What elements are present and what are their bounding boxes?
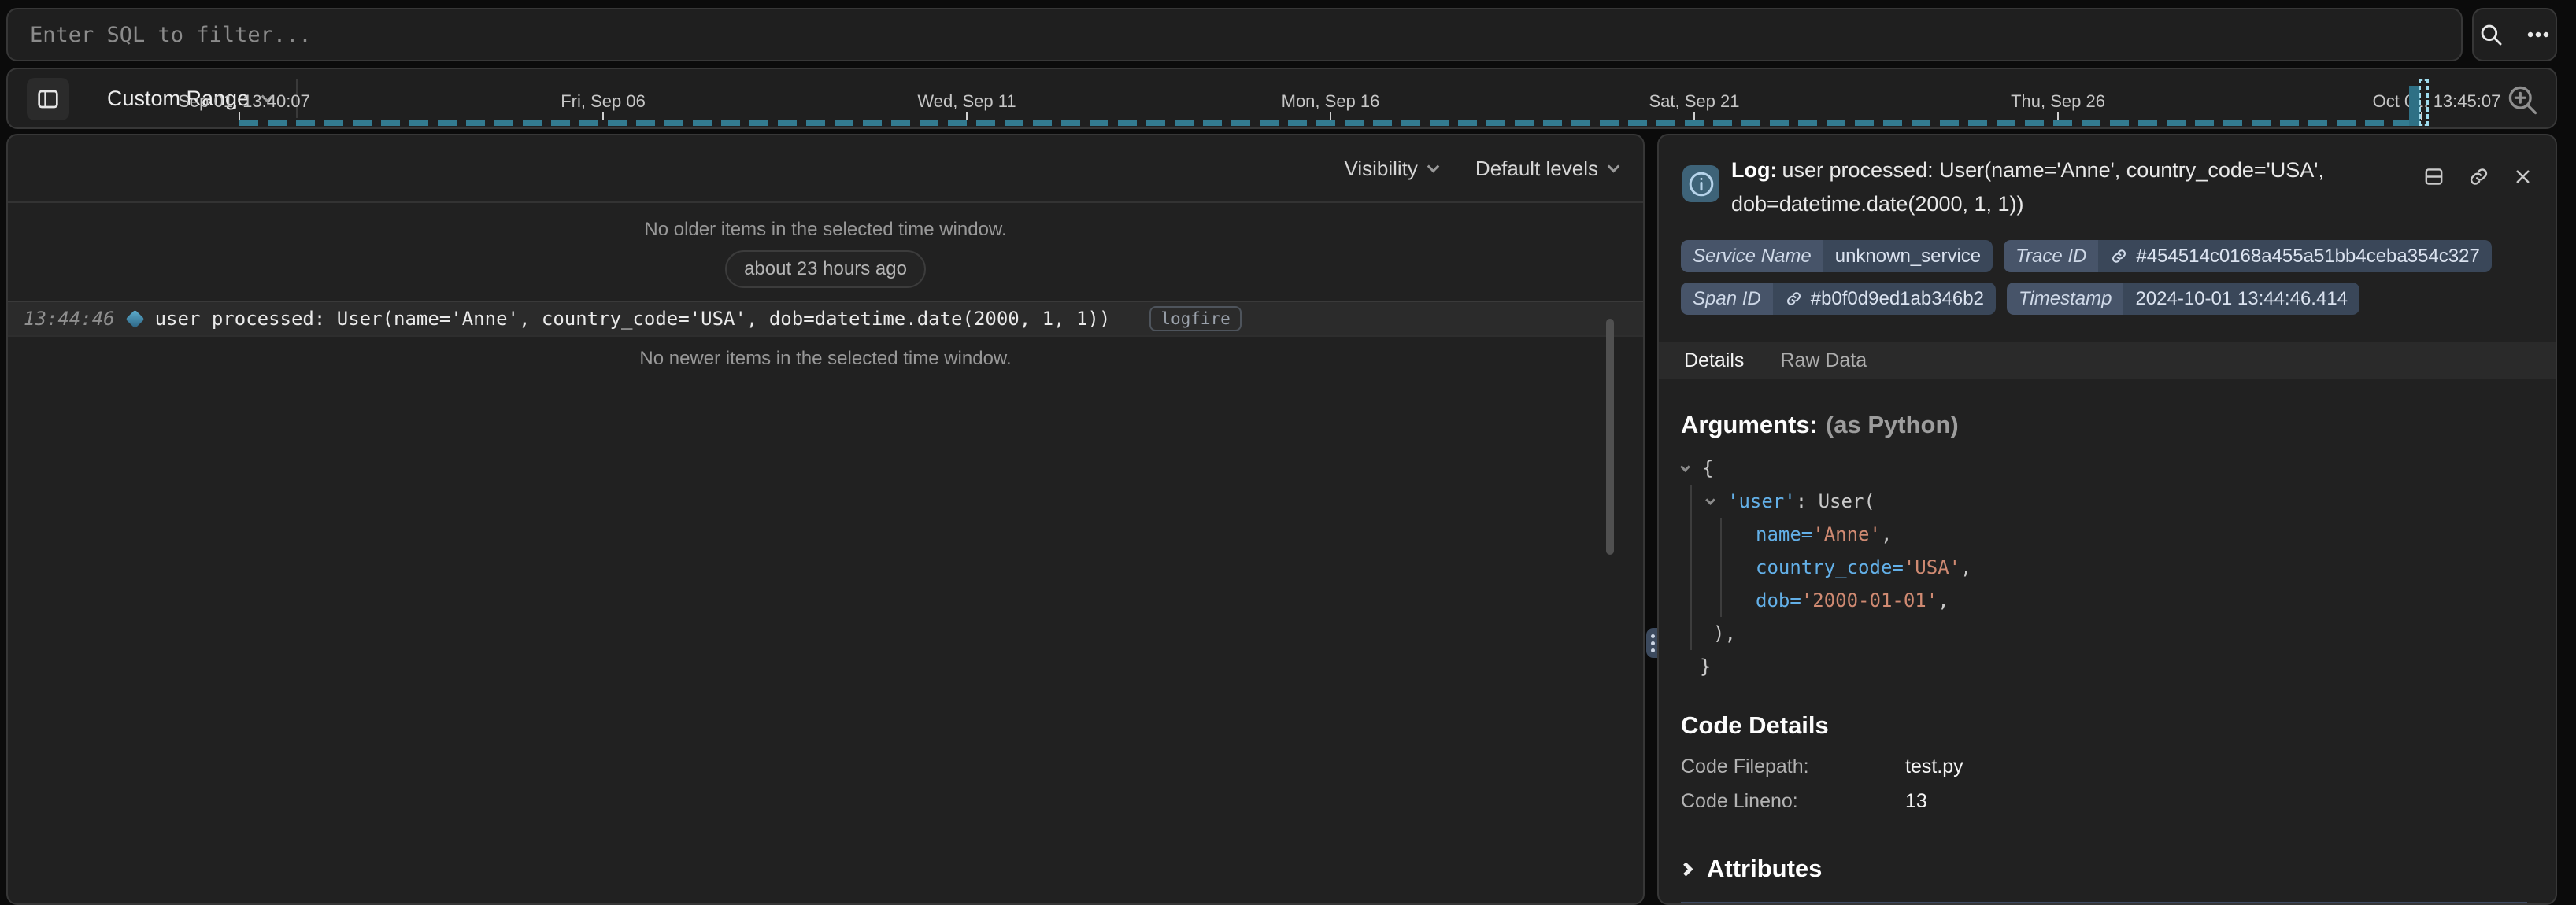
code-line: dob='2000-01-01',: [1681, 584, 2532, 617]
metadata-badge[interactable]: Timestamp2024-10-01 13:44:46.414: [2007, 283, 2359, 315]
timeline-tick-label: Thu, Sep 26: [2011, 91, 2105, 112]
log-level-diamond-icon: [125, 309, 144, 328]
time-ago-badge[interactable]: about 23 hours ago: [725, 250, 926, 288]
arguments-subheading: (as Python): [1826, 411, 1959, 438]
code-filepath-label: Code Filepath:: [1681, 749, 1905, 784]
log-time: 13:44:46: [24, 308, 115, 330]
arguments-heading: Arguments:(as Python): [1681, 411, 2532, 439]
timeline-tick-label: Sat, Sep 21: [1649, 91, 1740, 112]
log-tag[interactable]: logfire: [1149, 306, 1242, 331]
code-line: {: [1681, 452, 2532, 485]
chevron-down-icon: [1427, 160, 1440, 172]
chevron-right-icon: [1678, 862, 1693, 876]
code-line: 'user': User(: [1681, 485, 2532, 518]
timeline-bar: Custom Range Sep 01, 13:40:07 Fri, Sep 0…: [6, 68, 2557, 129]
detail-title-prefix: Log:: [1731, 158, 1777, 182]
metadata-badges: Service Nameunknown_service Trace ID#4545…: [1681, 240, 2535, 315]
tab-details[interactable]: Details: [1684, 349, 1744, 372]
badge-value: unknown_service: [1823, 240, 1993, 272]
section-divider: [1681, 902, 2527, 904]
detail-title: Log:user processed: User(name='Anne', co…: [1731, 153, 2385, 221]
code-lineno-value: 13: [1905, 784, 1927, 818]
visibility-dropdown[interactable]: Visibility: [1344, 157, 1437, 181]
search-actions: [2472, 8, 2557, 61]
detail-title-text: user processed: User(name='Anne', countr…: [1731, 158, 2324, 216]
log-detail-panel: Log:user processed: User(name='Anne', co…: [1657, 134, 2557, 905]
attributes-heading: Attributes: [1707, 855, 1822, 883]
default-levels-dropdown[interactable]: Default levels: [1475, 157, 1618, 181]
split-view-icon[interactable]: [2422, 165, 2445, 188]
badge-value: 2024-10-01 13:44:46.414: [2123, 283, 2359, 315]
tab-raw-data[interactable]: Raw Data: [1780, 349, 1867, 372]
link-icon: [2110, 247, 2128, 265]
badge-label: Timestamp: [2007, 283, 2123, 315]
badge-label: Trace ID: [2004, 240, 2098, 272]
timeline-tick-label: Fri, Sep 06: [561, 91, 646, 112]
metadata-badge[interactable]: Service Nameunknown_service: [1681, 240, 1993, 272]
copy-link-icon[interactable]: [2467, 165, 2490, 188]
log-row[interactable]: 13:44:46 user processed: User(name='Anne…: [8, 301, 1643, 337]
list-panel-header: Visibility Default levels: [8, 135, 1643, 203]
code-line: name='Anne',: [1681, 518, 2532, 551]
link-icon: [1785, 290, 1803, 308]
code-filepath-row: Code Filepath: test.py: [1681, 749, 2532, 784]
metadata-badge[interactable]: Span ID#b0f0d9ed1ab346b2: [1681, 283, 1996, 315]
code-line: ),: [1681, 617, 2532, 650]
log-list-panel: Visibility Default levels No older items…: [6, 134, 1645, 905]
code-block: {'user': User(name='Anne',country_code='…: [1681, 452, 2532, 683]
code-line: }: [1681, 650, 2532, 683]
sql-filter-input[interactable]: [8, 23, 2461, 47]
timeline-tick-label: Wed, Sep 11: [917, 91, 1016, 112]
log-message: user processed: User(name='Anne', countr…: [155, 308, 1111, 330]
chevron-down-icon: [1608, 160, 1620, 172]
code-lineno-row: Code Lineno: 13: [1681, 784, 2532, 818]
attributes-section-toggle[interactable]: Attributes: [1681, 855, 2532, 883]
collapse-chevron-icon[interactable]: [1705, 495, 1715, 505]
code-filepath-value: test.py: [1905, 749, 1963, 784]
search-icon[interactable]: [2478, 21, 2504, 48]
badge-label: Span ID: [1681, 283, 1773, 315]
scrollbar-thumb[interactable]: [1606, 319, 1614, 555]
badge-value: #b0f0d9ed1ab346b2: [1773, 283, 1996, 315]
timeline-tick-label: Mon, Sep 16: [1282, 91, 1380, 112]
close-icon[interactable]: [2512, 166, 2533, 187]
default-levels-label: Default levels: [1475, 157, 1598, 181]
no-newer-items-text: No newer items in the selected time wind…: [8, 348, 1643, 370]
visibility-label: Visibility: [1344, 157, 1417, 181]
detail-tabs: Details Raw Data: [1659, 342, 2556, 379]
timeline-tick-label: Sep 01, 13:40:07: [178, 91, 310, 112]
timeline-selection[interactable]: [2419, 79, 2429, 126]
timeline-histogram-baseline[interactable]: [239, 120, 2422, 126]
code-line: country_code='USA',: [1681, 551, 2532, 584]
info-icon: [1682, 165, 1719, 202]
sql-filter-bar: [6, 8, 2463, 61]
panel-left-icon: [35, 87, 61, 112]
collapse-chevron-icon[interactable]: [1680, 462, 1690, 472]
code-lineno-label: Code Lineno:: [1681, 784, 1905, 818]
badge-value: #454514c0168a455a51bb4ceba354c327: [2098, 240, 2491, 272]
code-details-heading: Code Details: [1681, 711, 2532, 740]
badge-label: Service Name: [1681, 240, 1823, 272]
more-options-icon[interactable]: [2525, 21, 2552, 48]
sidebar-toggle-button[interactable]: [27, 78, 69, 120]
timeline-tick-label: Oct 01, 13:45:07: [2373, 91, 2501, 112]
zoom-in-icon[interactable]: [2505, 83, 2540, 121]
no-older-items-text: No older items in the selected time wind…: [8, 219, 1643, 241]
metadata-badge[interactable]: Trace ID#454514c0168a455a51bb4ceba354c32…: [2004, 240, 2492, 272]
